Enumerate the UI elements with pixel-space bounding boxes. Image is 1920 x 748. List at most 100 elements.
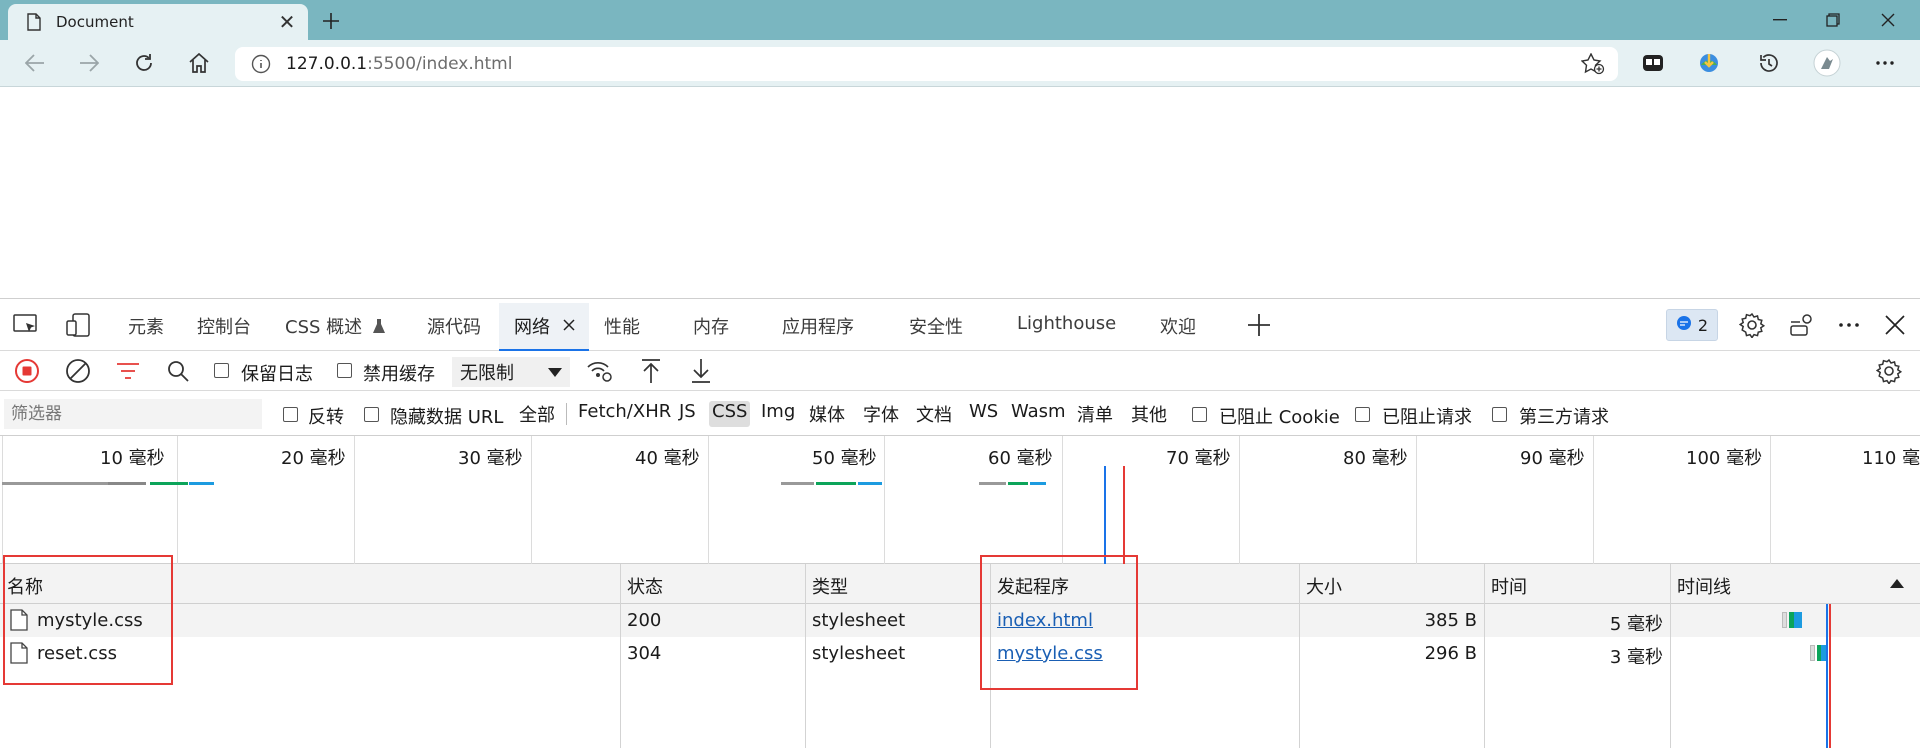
column-header-status[interactable]: 状态 [620,564,805,604]
device-toolbar-icon[interactable] [62,311,94,339]
tab-elements[interactable]: 元素 [128,313,164,338]
type-filter-font[interactable]: 字体 [860,401,902,427]
record-stop-icon[interactable] [12,357,42,385]
type-filter-all[interactable]: 全部 [516,401,558,427]
address-bar[interactable]: 127.0.0.1:5500/index.html [235,47,1618,81]
table-row[interactable]: reset.css 304 stylesheet mystyle.css 296… [0,637,1920,670]
issues-badge[interactable]: 2 [1666,309,1718,341]
waterfall-bar-download [1794,612,1802,628]
network-conditions-icon[interactable] [585,357,615,385]
column-divider[interactable] [620,564,621,748]
requests-table: 名称 状态 类型 发起程序 大小 时间 时间线 mystyle.css 200 … [0,564,1920,748]
forward-icon[interactable] [72,48,106,78]
type-filter-fetch-xhr[interactable]: Fetch/XHR [575,401,674,427]
back-icon[interactable] [18,48,52,78]
blocked-requests-checkbox[interactable] [1355,407,1370,422]
close-network-tab-icon[interactable] [563,315,575,339]
throttle-value: 无限制 [460,363,514,384]
blocked-requests-label: 已阻止请求 [1382,407,1472,428]
add-favorite-icon[interactable] [1580,52,1606,76]
browser-tab[interactable]: Document ✕ [8,4,308,40]
overview-bar-ttfb [150,482,188,485]
refresh-icon[interactable] [127,48,161,78]
tab-welcome[interactable]: 欢迎 [1160,313,1196,338]
type-filter-other[interactable]: 其他 [1128,401,1170,427]
tab-css-overview[interactable]: CSS 概述 [285,313,386,339]
close-devtools-icon[interactable] [1879,311,1911,339]
tab-sources[interactable]: 源代码 [427,313,481,338]
request-size: 385 B [1424,610,1477,631]
import-har-icon[interactable] [636,357,666,385]
third-party-checkbox[interactable] [1492,407,1507,422]
add-tool-icon[interactable] [1243,311,1275,339]
type-filter-doc[interactable]: 文档 [913,401,955,427]
overview-bar-download [1030,482,1046,485]
column-divider[interactable] [1484,564,1485,748]
history-icon[interactable] [1752,48,1786,78]
disable-cache-label: 禁用缓存 [363,364,435,385]
export-har-icon[interactable] [686,357,716,385]
tick-label: 70 毫秒 [1166,448,1231,469]
invert-checkbox[interactable] [283,407,298,422]
type-filter-wasm[interactable]: Wasm [1008,401,1069,427]
tab-memory[interactable]: 内存 [693,313,729,338]
profile-avatar-icon[interactable] [1810,48,1844,78]
divider [566,403,567,425]
tab-network[interactable]: 网络 [514,313,550,338]
more-options-icon[interactable] [1868,48,1902,78]
overview-timeline[interactable]: 10 毫秒 20 毫秒 30 毫秒 40 毫秒 50 毫秒 60 毫秒 70 毫… [0,436,1920,564]
type-filter-js[interactable]: JS [676,401,699,427]
filter-icon[interactable] [113,357,143,385]
search-icon[interactable] [163,357,193,385]
gridline [354,436,355,564]
devtools-more-icon[interactable] [1833,311,1865,339]
close-window-icon[interactable] [1868,5,1908,35]
filter-input[interactable] [4,399,262,429]
customize-icon[interactable] [1786,311,1818,339]
experiment-flask-icon [372,318,386,339]
column-header-size[interactable]: 大小 [1299,564,1484,604]
request-time: 5 毫秒 [1609,614,1663,635]
column-divider[interactable] [1670,564,1671,748]
disable-cache-checkbox[interactable] [337,363,352,378]
blocked-cookies-checkbox[interactable] [1192,407,1207,422]
hide-data-urls-label: 隐藏数据 URL [390,407,504,428]
tab-lighthouse[interactable]: Lighthouse [1017,313,1116,337]
tab-application[interactable]: 应用程序 [782,313,854,338]
new-tab-icon[interactable] [316,6,346,36]
minimize-icon[interactable] [1760,5,1800,35]
throttle-select[interactable]: 无限制 [452,357,570,387]
close-tab-icon[interactable]: ✕ [274,9,300,35]
home-icon[interactable] [182,48,216,78]
clear-icon[interactable] [63,357,93,385]
gridline [1062,436,1063,564]
preserve-log-checkbox[interactable] [214,363,229,378]
request-type: stylesheet [812,610,906,631]
tick-label: 20 毫秒 [281,448,346,469]
tab-console[interactable]: 控制台 [197,313,251,338]
tab-performance[interactable]: 性能 [604,313,640,338]
restore-icon[interactable] [1813,5,1853,35]
request-size: 296 B [1424,643,1477,664]
network-settings-gear-icon[interactable] [1874,357,1904,385]
type-filter-img[interactable]: Img [758,401,798,427]
type-filter-media[interactable]: 媒体 [806,401,848,427]
inspect-element-icon[interactable] [10,311,42,339]
settings-gear-icon[interactable] [1736,311,1768,339]
column-header-waterfall[interactable]: 时间线 [1670,564,1920,604]
tab-security[interactable]: 安全性 [909,313,963,338]
type-filter-ws[interactable]: WS [966,401,1001,427]
download-manager-icon[interactable] [1692,48,1726,78]
column-divider[interactable] [805,564,806,748]
column-header-time[interactable]: 时间 [1484,564,1670,604]
hide-data-urls-checkbox[interactable] [364,407,379,422]
type-filter-manifest[interactable]: 清单 [1074,401,1116,427]
extension-icon[interactable] [1636,48,1670,78]
message-icon [1676,315,1692,335]
load-event-line [1829,604,1831,748]
type-filter-css[interactable]: CSS [709,401,751,427]
column-divider[interactable] [1299,564,1300,748]
column-header-type[interactable]: 类型 [805,564,990,604]
table-row[interactable]: mystyle.css 200 stylesheet index.html 38… [0,604,1920,637]
site-info-icon[interactable] [251,54,271,74]
